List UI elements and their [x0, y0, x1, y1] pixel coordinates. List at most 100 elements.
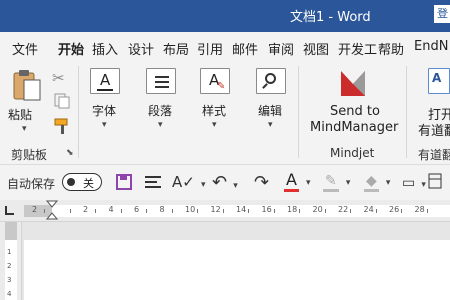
tab-endnote[interactable]: EndN: [414, 39, 448, 54]
group-label-mindjet: Mindjet: [330, 146, 375, 160]
font-group-button[interactable]: A 字体 ▾: [90, 68, 126, 138]
tab-layout[interactable]: 布局: [163, 39, 189, 58]
send-to-mindmanager-button[interactable]: Send to MindManager: [306, 66, 400, 138]
highlight-pen-icon: ✎: [323, 173, 339, 192]
paint-bucket-icon: ◆: [364, 173, 379, 192]
paragraph-group-button[interactable]: 段落 ▾: [146, 68, 182, 138]
editing-group-button[interactable]: 编辑 ▾: [256, 68, 292, 138]
sign-in-button[interactable]: 登: [434, 5, 450, 23]
ruler-tick-label: 22: [338, 205, 349, 214]
youdao-label-line2: 有道翻: [418, 124, 450, 139]
ruler-tick-mark: [426, 209, 428, 213]
tab-insert[interactable]: 插入: [92, 39, 118, 58]
search-icon: [256, 68, 286, 94]
styles-icon: A ✎: [200, 68, 230, 94]
save-button[interactable]: [116, 174, 132, 194]
insert-field-button[interactable]: ▭ ▾: [402, 172, 426, 191]
tab-design[interactable]: 设计: [128, 39, 154, 58]
vertical-ruler[interactable]: 1 2 3 4: [0, 222, 22, 300]
table-button[interactable]: [428, 173, 442, 193]
tab-view[interactable]: 视图: [303, 39, 329, 58]
copy-icon: [54, 93, 70, 109]
paste-label: 粘贴: [8, 108, 33, 122]
ruler-tick-mark: [248, 209, 249, 213]
ruler-tick-label: 4: [7, 290, 12, 298]
paragraph-label: 段落: [148, 104, 173, 118]
paste-icon: [13, 70, 41, 101]
paste-button[interactable]: 粘贴 ▾: [6, 66, 46, 136]
dialog-launcher-icon[interactable]: ⬊: [66, 148, 74, 158]
mindmanager-label-line2: MindManager: [310, 120, 399, 135]
chevron-down-icon: ▾: [345, 178, 351, 188]
ruler-tick-mark: [299, 209, 300, 213]
ruler-tick-label: 12: [210, 205, 221, 214]
tab-references[interactable]: 引用: [197, 39, 223, 58]
cut-button[interactable]: ✂: [52, 68, 65, 87]
chevron-down-icon: ▾: [268, 120, 273, 130]
youdao-open-button[interactable]: A 打开 有道翻: [414, 66, 450, 139]
ruler-tick-label: 28: [414, 205, 425, 214]
ruler-tick-mark: [146, 209, 147, 213]
group-label-clipboard: 剪贴板: [11, 148, 48, 162]
undo-button[interactable]: ↶ ▾: [212, 172, 238, 193]
chevron-down-icon: ▾: [200, 180, 206, 190]
chevron-down-icon: ▾: [212, 120, 217, 130]
highlight-button[interactable]: ✎ ▾: [323, 170, 351, 192]
list-format-button[interactable]: [144, 174, 162, 194]
chevron-down-icon: ▾: [306, 178, 311, 188]
ruler-tick-label: 16: [261, 205, 272, 214]
chevron-down-icon: ▾: [421, 180, 426, 190]
ruler-tick-mark: [69, 209, 71, 213]
tab-stop-icon[interactable]: [5, 206, 14, 215]
styles-label: 样式: [202, 104, 227, 118]
tab-file[interactable]: 文件: [12, 39, 38, 58]
ruler-tick-label: 26: [389, 205, 400, 214]
tab-review[interactable]: 审阅: [268, 39, 294, 58]
format-painter-button[interactable]: [53, 117, 71, 139]
group-label-youdao: 有道翻: [418, 148, 450, 162]
tab-mailings[interactable]: 邮件: [232, 39, 258, 58]
format-painter-icon: [54, 118, 68, 134]
chevron-down-icon: ▾: [22, 124, 27, 134]
tab-help[interactable]: 帮助: [378, 39, 404, 58]
horizontal-ruler[interactable]: 2 2 4 6 8 10 12 14 16 18 20 22 24 26 28: [0, 200, 450, 222]
spelling-button[interactable]: A✓ ▾: [172, 172, 205, 191]
chevron-down-icon: ▾: [102, 120, 107, 130]
ruler-tick-mark: [171, 209, 173, 213]
title-bar: 文档1 - Word 登: [0, 0, 450, 32]
group-separator: [406, 66, 407, 158]
autosave-toggle[interactable]: 关: [62, 173, 102, 191]
tab-developer[interactable]: 开发工: [338, 39, 377, 58]
font-icon: A: [90, 68, 120, 94]
autosave-state: 关: [83, 177, 94, 190]
ruler-tick-label: 2: [83, 205, 89, 214]
ruler-tick-mark: [324, 209, 326, 213]
ruler-tick-mark: [350, 209, 351, 213]
redo-button[interactable]: ↷: [254, 172, 269, 193]
document-page[interactable]: [24, 240, 450, 300]
copy-button[interactable]: [54, 93, 70, 113]
ruler-tick-label: 1: [7, 248, 12, 256]
ribbon-home: 粘贴 ▾ ✂ 剪贴板 ⬊ A 字体 ▾ 段落 ▾ A ✎ 样式 ▾ 编辑 ▾ S…: [0, 60, 450, 164]
translate-icon: A: [428, 68, 450, 94]
ruler-tick-label: 20: [312, 205, 323, 214]
styles-group-button[interactable]: A ✎ 样式 ▾: [200, 68, 236, 138]
undo-icon: ↶: [212, 172, 228, 193]
shading-button[interactable]: ◆ ▾: [364, 170, 390, 192]
ruler-tick-label: 10: [185, 205, 196, 214]
spelling-check-icon: A✓: [172, 173, 195, 191]
save-icon: [116, 174, 132, 190]
indent-marker[interactable]: [46, 200, 58, 220]
tab-home[interactable]: 开始: [58, 39, 85, 64]
redo-icon: ↷: [254, 172, 270, 193]
ruler-tick-mark: [375, 209, 377, 213]
ribbon-tabs: 文件 开始 插入 设计 布局 引用 邮件 审阅 视图 开发工 帮助 EndN: [0, 32, 450, 64]
ruler-tick-label: 2: [32, 205, 38, 214]
ruler-tick-label: 2: [7, 262, 12, 270]
font-color-button[interactable]: A ▾: [284, 170, 311, 192]
autosave-label: 自动保存: [7, 177, 56, 191]
editing-label: 编辑: [258, 104, 283, 118]
mindmanager-icon: [341, 71, 365, 96]
mindmanager-label-line1: Send to: [330, 104, 380, 119]
ruler-margin: [5, 222, 17, 240]
